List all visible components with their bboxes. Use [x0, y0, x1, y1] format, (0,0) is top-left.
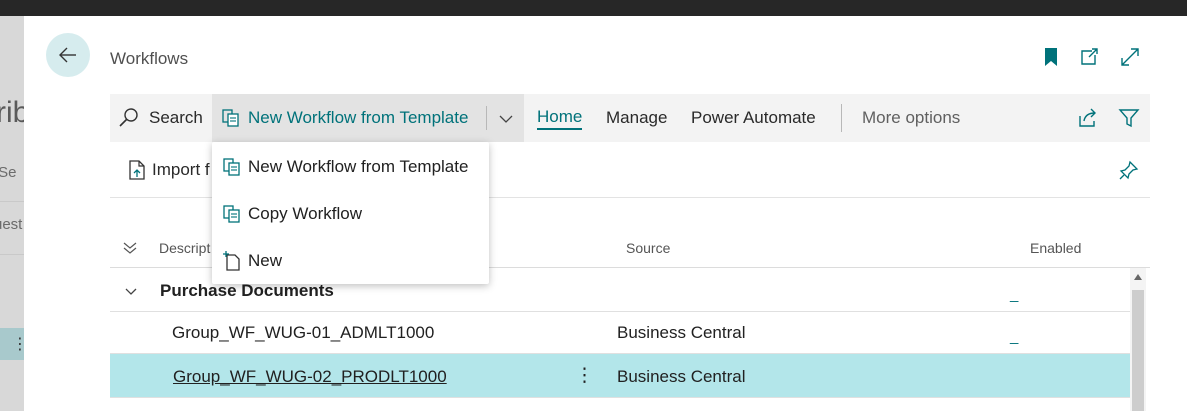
- workflows-panel: Workflows Search New Workflow from Templ…: [24, 16, 1187, 411]
- row-description[interactable]: Group_WF_WUG-01_ADMLT1000: [172, 323, 434, 343]
- search-button[interactable]: Search: [118, 94, 203, 142]
- import-button[interactable]: Import f: [126, 142, 210, 198]
- search-icon: [119, 108, 138, 127]
- back-button[interactable]: [46, 33, 90, 77]
- row-description[interactable]: Group_WF_WUG-02_PRODLT1000: [173, 367, 447, 387]
- back-arrow-icon: [59, 47, 76, 63]
- scrollbar-thumb[interactable]: [1132, 290, 1144, 411]
- split-button-divider: [486, 106, 487, 130]
- enabled-value: _: [1010, 286, 1019, 303]
- menu-item-label: New: [248, 251, 283, 270]
- tab-home-label: Home: [537, 107, 583, 130]
- new-workflow-from-template-button[interactable]: New Workflow from Template: [212, 94, 524, 142]
- window-top-bar: [0, 0, 1187, 16]
- collapse-all-icon[interactable]: [122, 240, 138, 256]
- tab-manage[interactable]: Manage: [606, 94, 667, 142]
- pin-icon[interactable]: [1118, 159, 1140, 181]
- action-bar: Search New Workflow from Template Home M…: [110, 94, 1150, 142]
- row-menu-button[interactable]: ⋮: [575, 364, 594, 387]
- tab-home[interactable]: Home: [537, 94, 583, 142]
- background-divider: [0, 254, 24, 255]
- share-icon[interactable]: [1077, 107, 1099, 129]
- background-row-menu: ⋮: [12, 336, 24, 353]
- copy-doc-icon: [222, 109, 239, 127]
- table-row[interactable]: Group_WF_WUG-01_ADMLT1000 Business Centr…: [110, 312, 1130, 354]
- tab-manage-label: Manage: [606, 108, 668, 127]
- search-label: Search: [149, 108, 203, 127]
- menu-item-label: Copy Workflow: [248, 204, 362, 223]
- scroll-up-icon[interactable]: [1133, 273, 1143, 281]
- bookmark-icon[interactable]: [1040, 46, 1062, 68]
- tab-power-automate-label: Power Automate: [691, 108, 816, 127]
- page-title: Workflows: [110, 49, 189, 68]
- menu-item-copy-workflow[interactable]: Copy Workflow: [212, 192, 489, 236]
- background-page: rib /Se uest ⋮: [0, 16, 24, 411]
- menu-item-new[interactable]: New: [212, 239, 489, 283]
- row-source: Business Central: [617, 367, 746, 386]
- column-header-description[interactable]: Descript: [159, 240, 210, 256]
- background-divider: [0, 201, 24, 202]
- background-path-fragment: /Se: [0, 164, 17, 181]
- new-workflow-dropdown-menu: New Workflow from Template Copy Workflow: [212, 142, 489, 284]
- group-label: Purchase Documents: [160, 281, 334, 300]
- action-bar-divider: [841, 104, 842, 132]
- more-options-button[interactable]: More options: [862, 94, 960, 142]
- chevron-down-icon[interactable]: [498, 111, 514, 127]
- import-label: Import f: [152, 160, 210, 179]
- background-row-fragment: uest: [0, 216, 23, 233]
- tab-power-automate[interactable]: Power Automate: [691, 94, 816, 142]
- filter-icon[interactable]: [1118, 107, 1140, 129]
- copy-doc-icon: [221, 156, 243, 178]
- more-options-label: More options: [862, 108, 961, 127]
- open-new-window-icon[interactable]: [1078, 46, 1100, 68]
- column-header-enabled[interactable]: Enabled: [1030, 240, 1081, 256]
- copy-doc-icon: [221, 203, 243, 225]
- menu-item-new-workflow-from-template[interactable]: New Workflow from Template: [212, 145, 489, 189]
- expand-icon[interactable]: [1119, 46, 1141, 68]
- new-doc-icon: [221, 250, 243, 272]
- new-workflow-from-template-label: New Workflow from Template: [248, 108, 469, 127]
- table-row-selected[interactable]: Group_WF_WUG-02_PRODLT1000 ⋮ Business Ce…: [110, 354, 1130, 398]
- background-title-fragment: rib: [0, 96, 24, 129]
- chevron-down-icon[interactable]: [124, 285, 138, 299]
- row-enabled: _: [1010, 328, 1019, 345]
- column-header-source[interactable]: Source: [626, 240, 670, 256]
- row-source: Business Central: [617, 323, 746, 342]
- menu-item-label: New Workflow from Template: [248, 157, 469, 176]
- import-file-icon: [129, 160, 145, 180]
